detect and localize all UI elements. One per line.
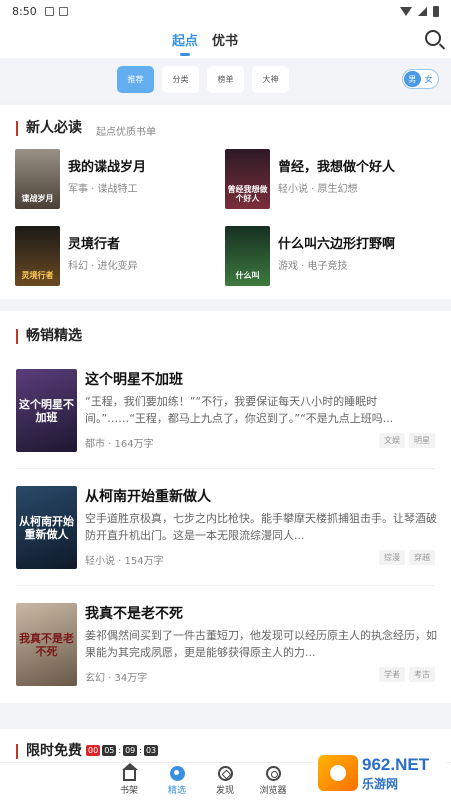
countdown-timer: 00 05 : 09 : 03	[86, 745, 159, 756]
featured-icon	[169, 766, 185, 781]
battery-icon	[433, 5, 439, 17]
status-right	[400, 5, 439, 17]
nav-discover[interactable]: 发现	[200, 766, 250, 796]
status-time: 8:50	[12, 4, 37, 18]
tag[interactable]: 明星	[409, 433, 435, 448]
notification-icon	[58, 6, 68, 16]
nav-label: 精选	[167, 786, 186, 796]
book-description: 空手道胜京极真，七步之内比枪快。能手攀摩天楼抓捕狙击手。让琴酒破防开直升机出门。…	[85, 512, 437, 542]
book-item[interactable]: 曾经我想做个好人 曾经，我想做个好人 轻小说 · 原生幻想	[225, 149, 425, 209]
section-title: 新人必读	[16, 121, 82, 136]
nav-label: 浏览器	[259, 786, 287, 796]
section-subtitle: 起点优质书单	[96, 127, 156, 138]
book-item[interactable]: 我真不是老不死 我真不是老不死 姜祁偶然间买到了一件古董短刀，他发现可以经历原主…	[0, 603, 451, 711]
discover-icon	[217, 766, 233, 781]
bookshelf-icon	[121, 763, 138, 781]
book-title: 我真不是老不死	[85, 606, 183, 622]
book-title: 这个明星不加班	[85, 372, 183, 388]
book-cover: 曾经我想做个好人	[225, 149, 270, 209]
tab-youshu[interactable]: 优书	[212, 30, 238, 49]
nav-label: 发现	[215, 786, 234, 796]
watermark-text: 962.NET 乐游网	[362, 754, 430, 791]
book-item[interactable]: 什么叫 什么叫六边形打野啊 游戏 · 电子竞技	[225, 226, 425, 286]
book-meta: 游戏 · 电子竞技	[278, 261, 348, 272]
chip-category[interactable]: 分类	[162, 66, 199, 93]
countdown-days: 00	[86, 745, 101, 756]
signal-icon	[418, 6, 427, 16]
search-icon[interactable]	[425, 30, 441, 46]
countdown-seconds: 03	[143, 745, 159, 756]
notification-icon	[44, 6, 54, 16]
book-item[interactable]: 谍战岁月 我的谍战岁月 军事 · 谍战特工	[15, 149, 215, 209]
tag-list: 学者 考古	[379, 667, 435, 682]
watermark-logo-icon	[318, 755, 358, 791]
tag[interactable]: 穿越	[409, 550, 435, 565]
countdown-separator: :	[139, 746, 142, 755]
book-title: 灵境行者	[68, 237, 121, 252]
book-meta: 都市 · 164万字	[85, 439, 154, 450]
book-cover: 灵境行者	[15, 226, 60, 286]
gender-female[interactable]: 女	[421, 71, 438, 87]
tag-list: 综漫 穿越	[379, 550, 435, 565]
tag[interactable]: 文娱	[379, 433, 405, 448]
book-cover: 这个明星不加班	[16, 369, 77, 452]
book-cover: 什么叫	[225, 226, 270, 286]
divider	[16, 468, 435, 469]
nav-bookshelf[interactable]: 书架	[104, 763, 154, 796]
nav-label: 书架	[119, 786, 138, 796]
chip-ranking[interactable]: 榜单	[207, 66, 244, 93]
nav-featured[interactable]: 精选	[152, 766, 202, 796]
book-description: 姜祁偶然间买到了一件古董短刀，他发现可以经历原主人的执念经历，如果能为其完成夙愿…	[85, 629, 437, 659]
tab-qidian[interactable]: 起点	[172, 30, 198, 56]
tag-list: 文娱 明星	[379, 433, 435, 448]
countdown-separator: :	[118, 746, 122, 755]
section-title: 畅销精选	[16, 329, 82, 344]
countdown-minutes: 09	[123, 745, 138, 756]
wifi-icon	[400, 6, 412, 16]
top-tabs: 起点 优书	[0, 22, 451, 58]
new-reader-section: 新人必读 起点优质书单 谍战岁月 我的谍战岁月 军事 · 谍战特工 曾经我想做个…	[0, 105, 451, 299]
gender-male[interactable]: 男	[404, 71, 421, 87]
book-title: 从柯南开始重新做人	[85, 489, 211, 505]
book-meta: 轻小说 · 原生幻想	[278, 184, 358, 195]
tag[interactable]: 学者	[379, 667, 405, 682]
nav-browser[interactable]: 浏览器	[248, 766, 298, 796]
tag[interactable]: 考古	[409, 667, 435, 682]
book-item[interactable]: 灵境行者 灵境行者 科幻 · 进化变异	[15, 226, 215, 286]
book-cover: 从柯南开始重新做人	[16, 486, 77, 569]
chip-masters[interactable]: 大神	[252, 66, 289, 93]
countdown-hours: 05	[102, 745, 117, 756]
book-title: 曾经，我想做个好人	[278, 160, 396, 175]
book-meta: 轻小说 · 154万字	[85, 556, 164, 567]
tag[interactable]: 综漫	[379, 550, 405, 565]
book-item[interactable]: 从柯南开始重新做人 从柯南开始重新做人 空手道胜京极真，七步之内比枪快。能手攀摩…	[0, 486, 451, 594]
book-meta: 玄幻 · 34万字	[85, 673, 148, 684]
divider	[16, 585, 435, 586]
book-cover: 谍战岁月	[15, 149, 60, 209]
book-description: “王程，我们要加练！”“不行，我要保证每天八小时的睡眠时间。”……“王程，都马上…	[85, 395, 394, 425]
gender-toggle[interactable]: 男 女	[402, 69, 439, 89]
browser-icon	[265, 766, 281, 781]
book-meta: 军事 · 谍战特工	[68, 184, 138, 195]
category-chip-bar: 推荐 分类 榜单 大神 男 女	[0, 58, 451, 102]
book-meta: 科幻 · 进化变异	[68, 261, 138, 272]
book-title: 我的谍战岁月	[68, 160, 147, 175]
chip-recommend[interactable]: 推荐	[117, 66, 154, 93]
book-item[interactable]: 这个明星不加班 这个明星不加班 “王程，我们要加练！”“不行，我要保证每天八小时…	[0, 369, 451, 477]
book-cover: 我真不是老不死	[16, 603, 77, 686]
bestsellers-section: 畅销精选 这个明星不加班 这个明星不加班 “王程，我们要加练！”“不行，我要保证…	[0, 311, 451, 703]
book-title: 什么叫六边形打野啊	[278, 237, 396, 252]
status-bar: 8:50	[0, 0, 451, 22]
watermark-logo: 962.NET 乐游网	[314, 750, 447, 796]
section-title: 限时免费	[16, 744, 82, 759]
